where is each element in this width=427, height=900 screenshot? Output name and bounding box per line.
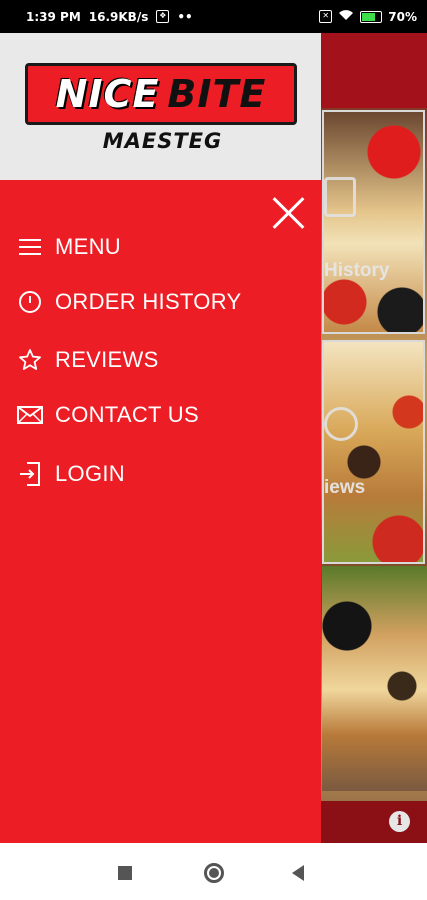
menu-item-login[interactable]: LOGIN	[17, 459, 125, 489]
notification-app-icon: ❖	[156, 10, 170, 23]
drawer-header: NICE BITE MAESTEG	[0, 33, 321, 180]
wifi-icon	[338, 9, 354, 24]
network-speed: 16.9KB/s	[88, 9, 149, 24]
back-button[interactable]	[292, 865, 304, 881]
tile-label: History	[324, 260, 390, 281]
menu-item-contact-us[interactable]: CONTACT US	[17, 400, 199, 430]
recents-button[interactable]	[118, 866, 132, 880]
menu-item-label: CONTACT US	[55, 402, 199, 427]
menu-item-label: MENU	[55, 234, 121, 259]
status-time: 1:39 PM	[26, 9, 81, 24]
logo-word-bite: BITE	[167, 72, 267, 116]
more-notifications-icon: ••	[177, 9, 193, 24]
reviews-tile[interactable]: iews	[322, 340, 425, 564]
battery-percent: 70%	[388, 9, 417, 24]
hamburger-icon	[17, 234, 43, 260]
pizza-image	[322, 566, 427, 791]
battery-icon	[360, 10, 383, 23]
order-history-tile[interactable]: History	[322, 110, 425, 334]
menu-item-order-history[interactable]: ORDER HISTORY	[17, 287, 241, 317]
envelope-icon	[17, 402, 43, 428]
system-nav-bar	[0, 843, 427, 900]
clock-icon	[17, 289, 43, 315]
logo-subtitle: MAESTEG	[102, 129, 223, 153]
status-bar: 1:39 PM 16.9KB/s ❖ •• ✕ 70%	[0, 0, 427, 33]
receipt-icon	[324, 177, 356, 217]
menu-item-label: REVIEWS	[55, 347, 159, 372]
menu-item-label: LOGIN	[55, 461, 125, 486]
close-icon[interactable]	[271, 195, 307, 231]
star-icon	[17, 347, 43, 373]
sim-icon: ✕	[319, 10, 333, 23]
navigation-drawer: NICE BITE MAESTEG MENU ORDER HISTORY REV…	[0, 33, 321, 843]
info-icon[interactable]: i	[389, 811, 410, 832]
logo: NICE BITE	[25, 63, 297, 125]
chat-icon	[324, 407, 358, 441]
login-icon	[17, 461, 43, 487]
menu-item-label: ORDER HISTORY	[55, 289, 242, 314]
home-button[interactable]	[204, 863, 224, 883]
tile-label: iews	[324, 477, 366, 498]
logo-word-nice: NICE	[55, 72, 160, 116]
menu-item-reviews[interactable]: REVIEWS	[17, 345, 159, 375]
menu-item-menu[interactable]: MENU	[17, 232, 121, 262]
